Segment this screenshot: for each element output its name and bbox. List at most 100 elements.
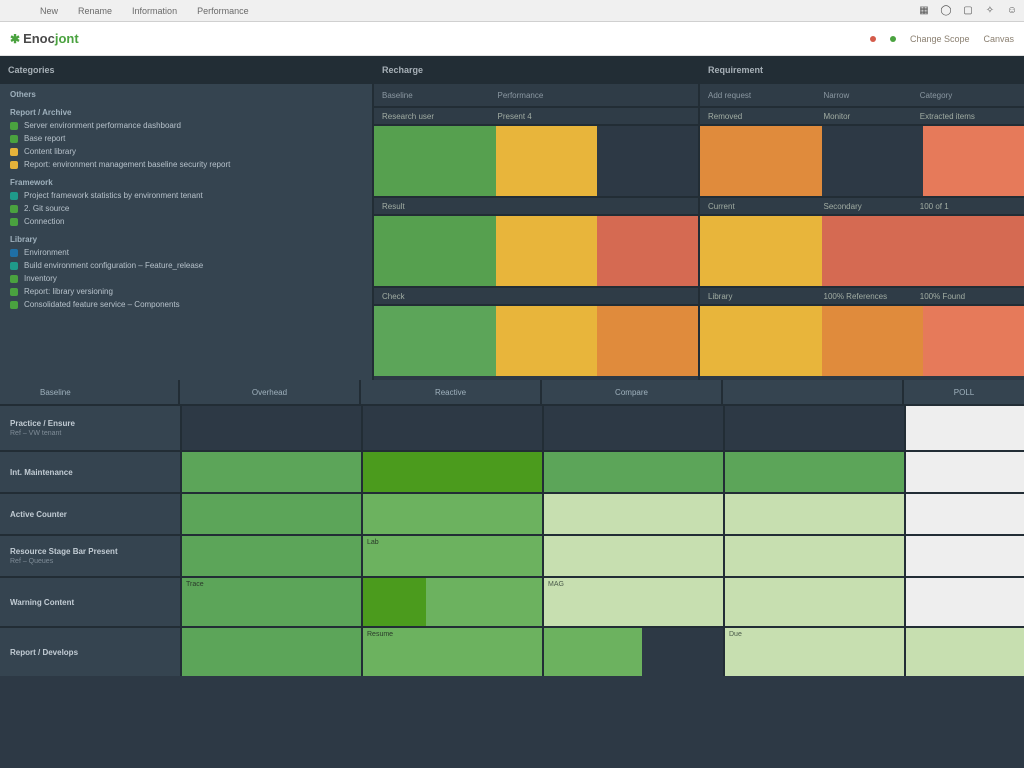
sidebar-item[interactable]: Consolidated feature service – Component…	[0, 298, 372, 311]
heat-cell[interactable]	[180, 452, 361, 492]
col-label: Category	[920, 91, 1016, 100]
heat-cell[interactable]	[180, 628, 361, 676]
sidebar-item[interactable]: Environment	[0, 246, 372, 259]
sidebar-item[interactable]: Inventory	[0, 272, 372, 285]
row-val: 100% Found	[920, 292, 1016, 301]
heat-cell[interactable]: Due	[723, 628, 904, 676]
heat-cell[interactable]	[542, 452, 723, 492]
sidebar-item-label: Environment	[24, 248, 69, 257]
panel-block	[374, 214, 698, 286]
heat-cell[interactable]	[723, 452, 904, 492]
col-header[interactable]: Reactive	[361, 380, 542, 404]
status-ok-icon	[890, 36, 896, 42]
heat-cell[interactable]	[700, 216, 822, 286]
heat-cell[interactable]	[180, 406, 361, 450]
heat-cell[interactable]	[542, 406, 723, 450]
sidebar-item[interactable]: Connection	[0, 215, 372, 228]
heat-cell[interactable]	[700, 306, 822, 376]
scope-label[interactable]: Change Scope	[910, 34, 970, 44]
sidebar-item[interactable]: Project framework statistics by environm…	[0, 189, 372, 202]
heat-cell[interactable]	[923, 216, 1024, 286]
row-right	[904, 628, 1024, 676]
status-square-icon	[10, 275, 18, 283]
heat-cell[interactable]	[180, 536, 361, 576]
sidebar-item-label: Connection	[24, 217, 64, 226]
grid-icon[interactable]: ▦	[918, 5, 930, 17]
row-label: Check	[382, 292, 498, 301]
row-right	[904, 452, 1024, 492]
heat-cell[interactable]	[597, 216, 698, 286]
heat-cell[interactable]	[374, 306, 496, 376]
heat-cell[interactable]: Lab	[361, 536, 542, 576]
panel-columns: Baseline Performance	[374, 84, 698, 106]
heat-cell[interactable]	[374, 216, 496, 286]
heat-cell[interactable]	[542, 536, 723, 576]
col-label: Narrow	[824, 91, 920, 100]
heat-cell[interactable]	[496, 306, 597, 376]
circle-icon[interactable]: ◯	[940, 5, 952, 17]
app-root: New Rename Information Performance ▦ ◯ ▢…	[0, 0, 1024, 768]
col-header[interactable]	[723, 380, 904, 404]
menu-tab-new[interactable]: New	[40, 6, 58, 16]
col-label: Performance	[498, 91, 594, 100]
cell-label: Due	[725, 629, 746, 640]
heat-cell[interactable]	[496, 216, 597, 286]
heat-cell[interactable]	[923, 126, 1024, 196]
box-icon[interactable]: ▢	[962, 5, 974, 17]
row-label: Active Counter	[0, 494, 180, 534]
sidebar-item[interactable]: Report: library versioning	[0, 285, 372, 298]
heat-cell[interactable]: MAG	[542, 578, 723, 626]
sidebar-item-label: Project framework statistics by environm…	[24, 191, 203, 200]
sidebar-item[interactable]: Build environment configuration – Featur…	[0, 259, 372, 272]
heat-cell[interactable]	[723, 536, 904, 576]
grid-row: Report / Develops Resume Due	[0, 626, 1024, 676]
pin-icon[interactable]: ✧	[984, 5, 996, 17]
sidebar-item[interactable]: Server environment performance dashboard	[0, 119, 372, 132]
panel-title: Requirement	[700, 56, 1024, 84]
menu-tab-info[interactable]: Information	[132, 6, 177, 16]
heat-cell[interactable]	[723, 406, 904, 450]
heat-cell[interactable]	[361, 578, 542, 626]
col-header[interactable]: POLL	[904, 380, 1024, 404]
heat-cell[interactable]	[923, 306, 1024, 376]
grid-row: Int. Maintenance	[0, 450, 1024, 492]
sidebar-item[interactable]: Report: environment management baseline …	[0, 158, 372, 171]
heat-cell[interactable]	[180, 494, 361, 534]
row-cells: Lab	[180, 536, 904, 576]
row-cells: Resume Due	[180, 628, 904, 676]
heat-cell[interactable]	[361, 406, 542, 450]
heat-cell[interactable]: Resume	[361, 628, 542, 676]
sidebar-item[interactable]: Content library	[0, 145, 372, 158]
heat-cell[interactable]	[723, 578, 904, 626]
heat-cell[interactable]	[361, 452, 542, 492]
user-icon[interactable]: ☺	[1006, 5, 1018, 17]
menu-tab-performance[interactable]: Performance	[197, 6, 249, 16]
col-header[interactable]: Baseline	[0, 380, 180, 404]
lower-grid: Practice / Ensure Ref – VW tenant Int. M…	[0, 404, 1024, 768]
row-val: 100 of 1	[920, 202, 1016, 211]
heat-cell[interactable]	[597, 306, 698, 376]
logo[interactable]: ✱ Enocjont	[10, 31, 79, 46]
panel-row: Research user Present 4	[374, 106, 698, 124]
heat-cell[interactable]: Trace	[180, 578, 361, 626]
heat-cell[interactable]	[700, 126, 822, 196]
menu-tab-rename[interactable]: Rename	[78, 6, 112, 16]
canvas-label[interactable]: Canvas	[983, 34, 1014, 44]
heat-cell[interactable]	[822, 306, 923, 376]
row-label-text: Int. Maintenance	[10, 468, 170, 477]
row-cells	[180, 452, 904, 492]
heat-cell[interactable]	[542, 628, 723, 676]
heat-cell[interactable]	[374, 126, 496, 196]
heat-cell[interactable]	[496, 126, 597, 196]
sidebar-item[interactable]: Base report	[0, 132, 372, 145]
heat-cell[interactable]	[723, 494, 904, 534]
sidebar-item[interactable]: 2. Git source	[0, 202, 372, 215]
col-header[interactable]: Overhead	[180, 380, 361, 404]
heat-cell[interactable]	[361, 494, 542, 534]
col-header[interactable]: Compare	[542, 380, 723, 404]
heat-cell[interactable]	[822, 126, 923, 196]
heat-cell[interactable]	[597, 126, 698, 196]
sidebar-group-title: Framework	[0, 176, 372, 189]
heat-cell[interactable]	[542, 494, 723, 534]
heat-cell[interactable]	[822, 216, 923, 286]
